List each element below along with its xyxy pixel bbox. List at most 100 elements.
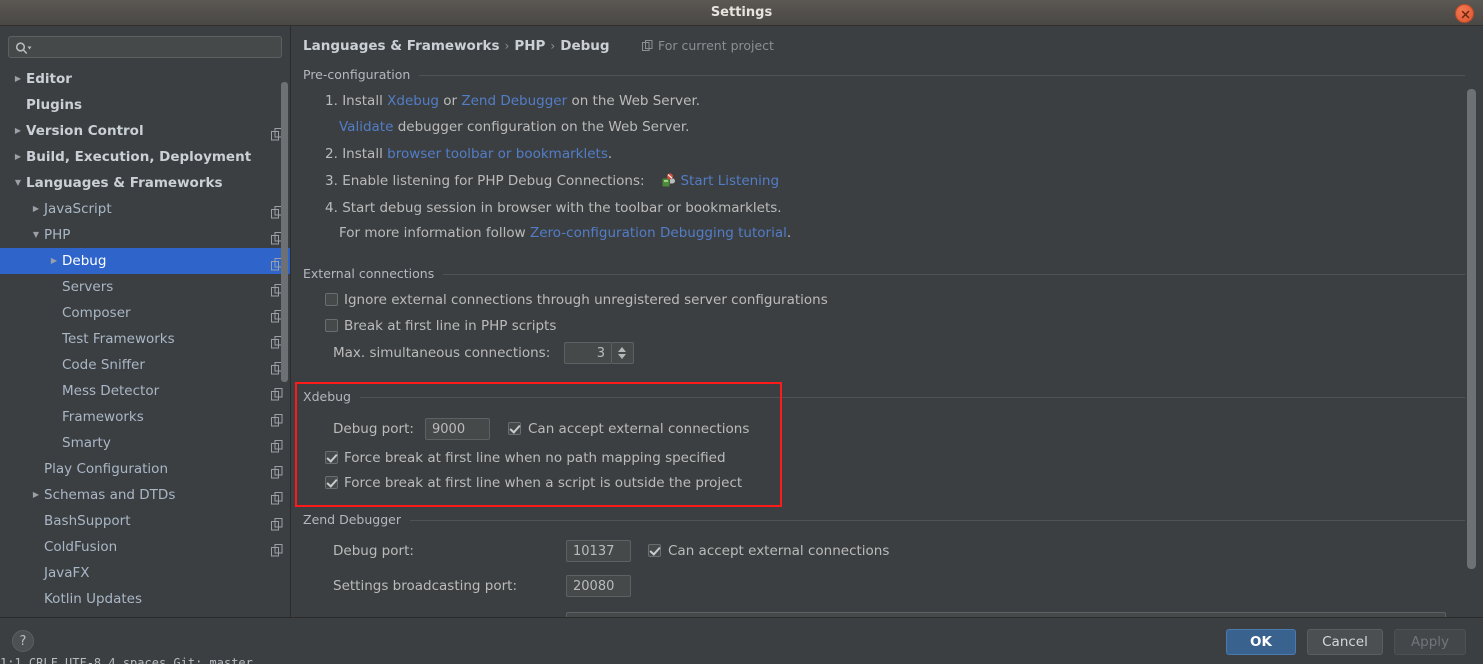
zend-debug-port-input[interactable] <box>566 540 631 562</box>
zend-accept-external-checkbox[interactable] <box>648 544 661 557</box>
xdebug-debug-port-input[interactable] <box>425 418 490 440</box>
sidebar-item-label: Servers <box>62 279 114 295</box>
sidebar-item-label: Kotlin Updates <box>44 591 143 607</box>
ok-button[interactable]: OK <box>1226 629 1296 655</box>
sidebar-item-schemas-and-dtds[interactable]: ▶ Schemas and DTDs <box>0 482 290 508</box>
search-box[interactable] <box>8 36 282 58</box>
project-scope-icon <box>271 436 283 453</box>
sidebar-item-javascript[interactable]: ▶ JavaScript <box>0 196 290 222</box>
zend-accept-external-label[interactable]: Can accept external connections <box>668 542 889 560</box>
zend-debugger-group-title: Zend Debugger <box>303 512 410 528</box>
preconfig-line-2-text: debugger configuration on the Web Server… <box>397 119 690 135</box>
chevron-right-icon[interactable]: ▶ <box>10 144 26 170</box>
break-first-line-php-label[interactable]: Break at first line in PHP scripts <box>344 317 556 335</box>
sidebar-item-plugins[interactable]: Plugins <box>0 92 290 118</box>
xdebug-force-break-outside-project-label[interactable]: Force break at first line when a script … <box>344 474 742 492</box>
chevron-right-icon[interactable]: ▶ <box>28 482 44 508</box>
sidebar-item-languages-frameworks[interactable]: ▼ Languages & Frameworks <box>0 170 290 196</box>
sidebar-item-label: BashSupport <box>44 513 131 529</box>
chevron-down-icon[interactable]: ▼ <box>28 222 44 248</box>
search-input[interactable] <box>37 37 277 57</box>
window-title: Settings <box>710 5 773 20</box>
preconfig-line-1: 1. Install Xdebug or Zend Debugger on th… <box>325 91 700 111</box>
content-scrollbar-thumb[interactable] <box>1467 89 1476 569</box>
sidebar-item-editor[interactable]: ▶ Editor <box>0 66 290 92</box>
chevron-right-icon[interactable]: ▶ <box>10 66 26 92</box>
ignore-external-connections-label[interactable]: Ignore external connections through unre… <box>344 291 828 309</box>
sidebar-item-smarty[interactable]: Smarty <box>0 430 290 456</box>
sidebar-item-debug[interactable]: ▶ Debug <box>0 248 290 274</box>
sidebar-item-label: Plugins <box>26 97 83 113</box>
zend-debug-port-label: Debug port: <box>333 543 414 559</box>
sidebar-item-build-execution-deployment[interactable]: ▶ Build, Execution, Deployment <box>0 144 290 170</box>
preconfig-line-1-text-b: or <box>443 93 458 109</box>
sidebar-scrollbar-thumb[interactable] <box>281 82 288 382</box>
clipped-bottom-row: 1:1 CRLF UTF-8 4 spaces Git: master <box>0 656 1483 664</box>
preconfig-line-2: Validate debugger configuration on the W… <box>339 117 689 137</box>
sidebar-item-composer[interactable]: Composer <box>0 300 290 326</box>
sidebar-item-coldfusion[interactable]: ColdFusion <box>0 534 290 560</box>
sidebar-item-label: Play Configuration <box>44 461 168 477</box>
xdebug-accept-external-checkbox[interactable] <box>508 422 521 435</box>
help-icon[interactable]: ? <box>12 630 34 652</box>
sidebar-item-php[interactable]: ▼ PHP <box>0 222 290 248</box>
cancel-button[interactable]: Cancel <box>1307 629 1383 655</box>
close-icon[interactable] <box>1455 4 1474 23</box>
sidebar-item-mess-detector[interactable]: Mess Detector <box>0 378 290 404</box>
search-icon <box>15 41 32 60</box>
sidebar-item-label: Languages & Frameworks <box>26 175 223 191</box>
start-listening-icon[interactable] <box>661 173 676 194</box>
breadcrumb-separator-2: › <box>550 39 556 53</box>
zend-settings-broadcasting-port-label: Settings broadcasting port: <box>333 578 517 594</box>
sidebar-item-bashsupport[interactable]: BashSupport <box>0 508 290 534</box>
chevron-right-icon[interactable]: ▶ <box>46 248 62 274</box>
breadcrumb-part-1[interactable]: Languages & Frameworks <box>303 38 500 54</box>
chevron-down-icon[interactable]: ▼ <box>10 170 26 196</box>
stepper-up-icon[interactable] <box>618 347 626 352</box>
sidebar-item-kotlin-updates[interactable]: Kotlin Updates <box>0 586 290 612</box>
xdebug-force-break-outside-project-checkbox[interactable] <box>325 476 338 489</box>
xdebug-force-break-no-path-mapping-checkbox[interactable] <box>325 451 338 464</box>
preconfig-line-4: 3. Enable listening for PHP Debug Connec… <box>325 171 779 191</box>
zero-configuration-tutorial-link[interactable]: Zero-configuration Debugging tutorial <box>530 225 787 241</box>
settings-tree: ▶ Editor Plugins ▶ Version Control ▶ Build, E… <box>0 66 290 617</box>
zend-debugger-link[interactable]: Zend Debugger <box>461 93 567 109</box>
sidebar-item-servers[interactable]: Servers <box>0 274 290 300</box>
break-first-line-php-checkbox[interactable] <box>325 319 338 332</box>
chevron-right-icon[interactable]: ▶ <box>28 196 44 222</box>
preconfig-line-3-text-a: Install <box>342 146 383 162</box>
preconfig-line-5: 4. Start debug session in browser with t… <box>325 198 782 218</box>
stepper-down-icon[interactable] <box>618 354 626 359</box>
breadcrumb-separator-1: › <box>504 39 510 53</box>
zend-settings-broadcasting-port-input[interactable] <box>566 575 631 597</box>
chevron-right-icon[interactable]: ▶ <box>10 118 26 144</box>
xdebug-link[interactable]: Xdebug <box>387 93 439 109</box>
sidebar-item-label: PHP <box>44 227 71 243</box>
sidebar-item-test-frameworks[interactable]: Test Frameworks <box>0 326 290 352</box>
sidebar-item-version-control[interactable]: ▶ Version Control <box>0 118 290 144</box>
preconfig-line-1-number: 1. <box>325 93 338 109</box>
sidebar-item-javafx[interactable]: JavaFX <box>0 560 290 586</box>
sidebar-item-code-sniffer[interactable]: Code Sniffer <box>0 352 290 378</box>
sidebar-item-play-configuration[interactable]: Play Configuration <box>0 456 290 482</box>
sidebar-item-label: Build, Execution, Deployment <box>26 149 252 165</box>
xdebug-group-title: Xdebug <box>303 389 360 405</box>
start-listening-link[interactable]: Start Listening <box>680 173 779 189</box>
ignore-external-connections-checkbox[interactable] <box>325 293 338 306</box>
clipped-bottom-text: 1:1 CRLF UTF-8 4 spaces Git: master <box>0 656 253 664</box>
sidebar-item-frameworks[interactable]: Frameworks <box>0 404 290 430</box>
browser-toolbar-bookmarklets-link[interactable]: browser toolbar or bookmarklets <box>387 146 608 162</box>
xdebug-accept-external-label[interactable]: Can accept external connections <box>528 420 749 438</box>
validate-link[interactable]: Validate <box>339 119 393 135</box>
breadcrumb-part-2[interactable]: PHP <box>514 38 545 54</box>
project-scope-icon <box>271 410 283 427</box>
preconfig-line-3: 2. Install browser toolbar or bookmarkle… <box>325 144 612 164</box>
max-simultaneous-connections-input[interactable] <box>564 342 612 364</box>
max-simultaneous-connections-stepper[interactable] <box>612 342 634 364</box>
xdebug-force-break-no-path-mapping-label[interactable]: Force break at first line when no path m… <box>344 449 726 467</box>
